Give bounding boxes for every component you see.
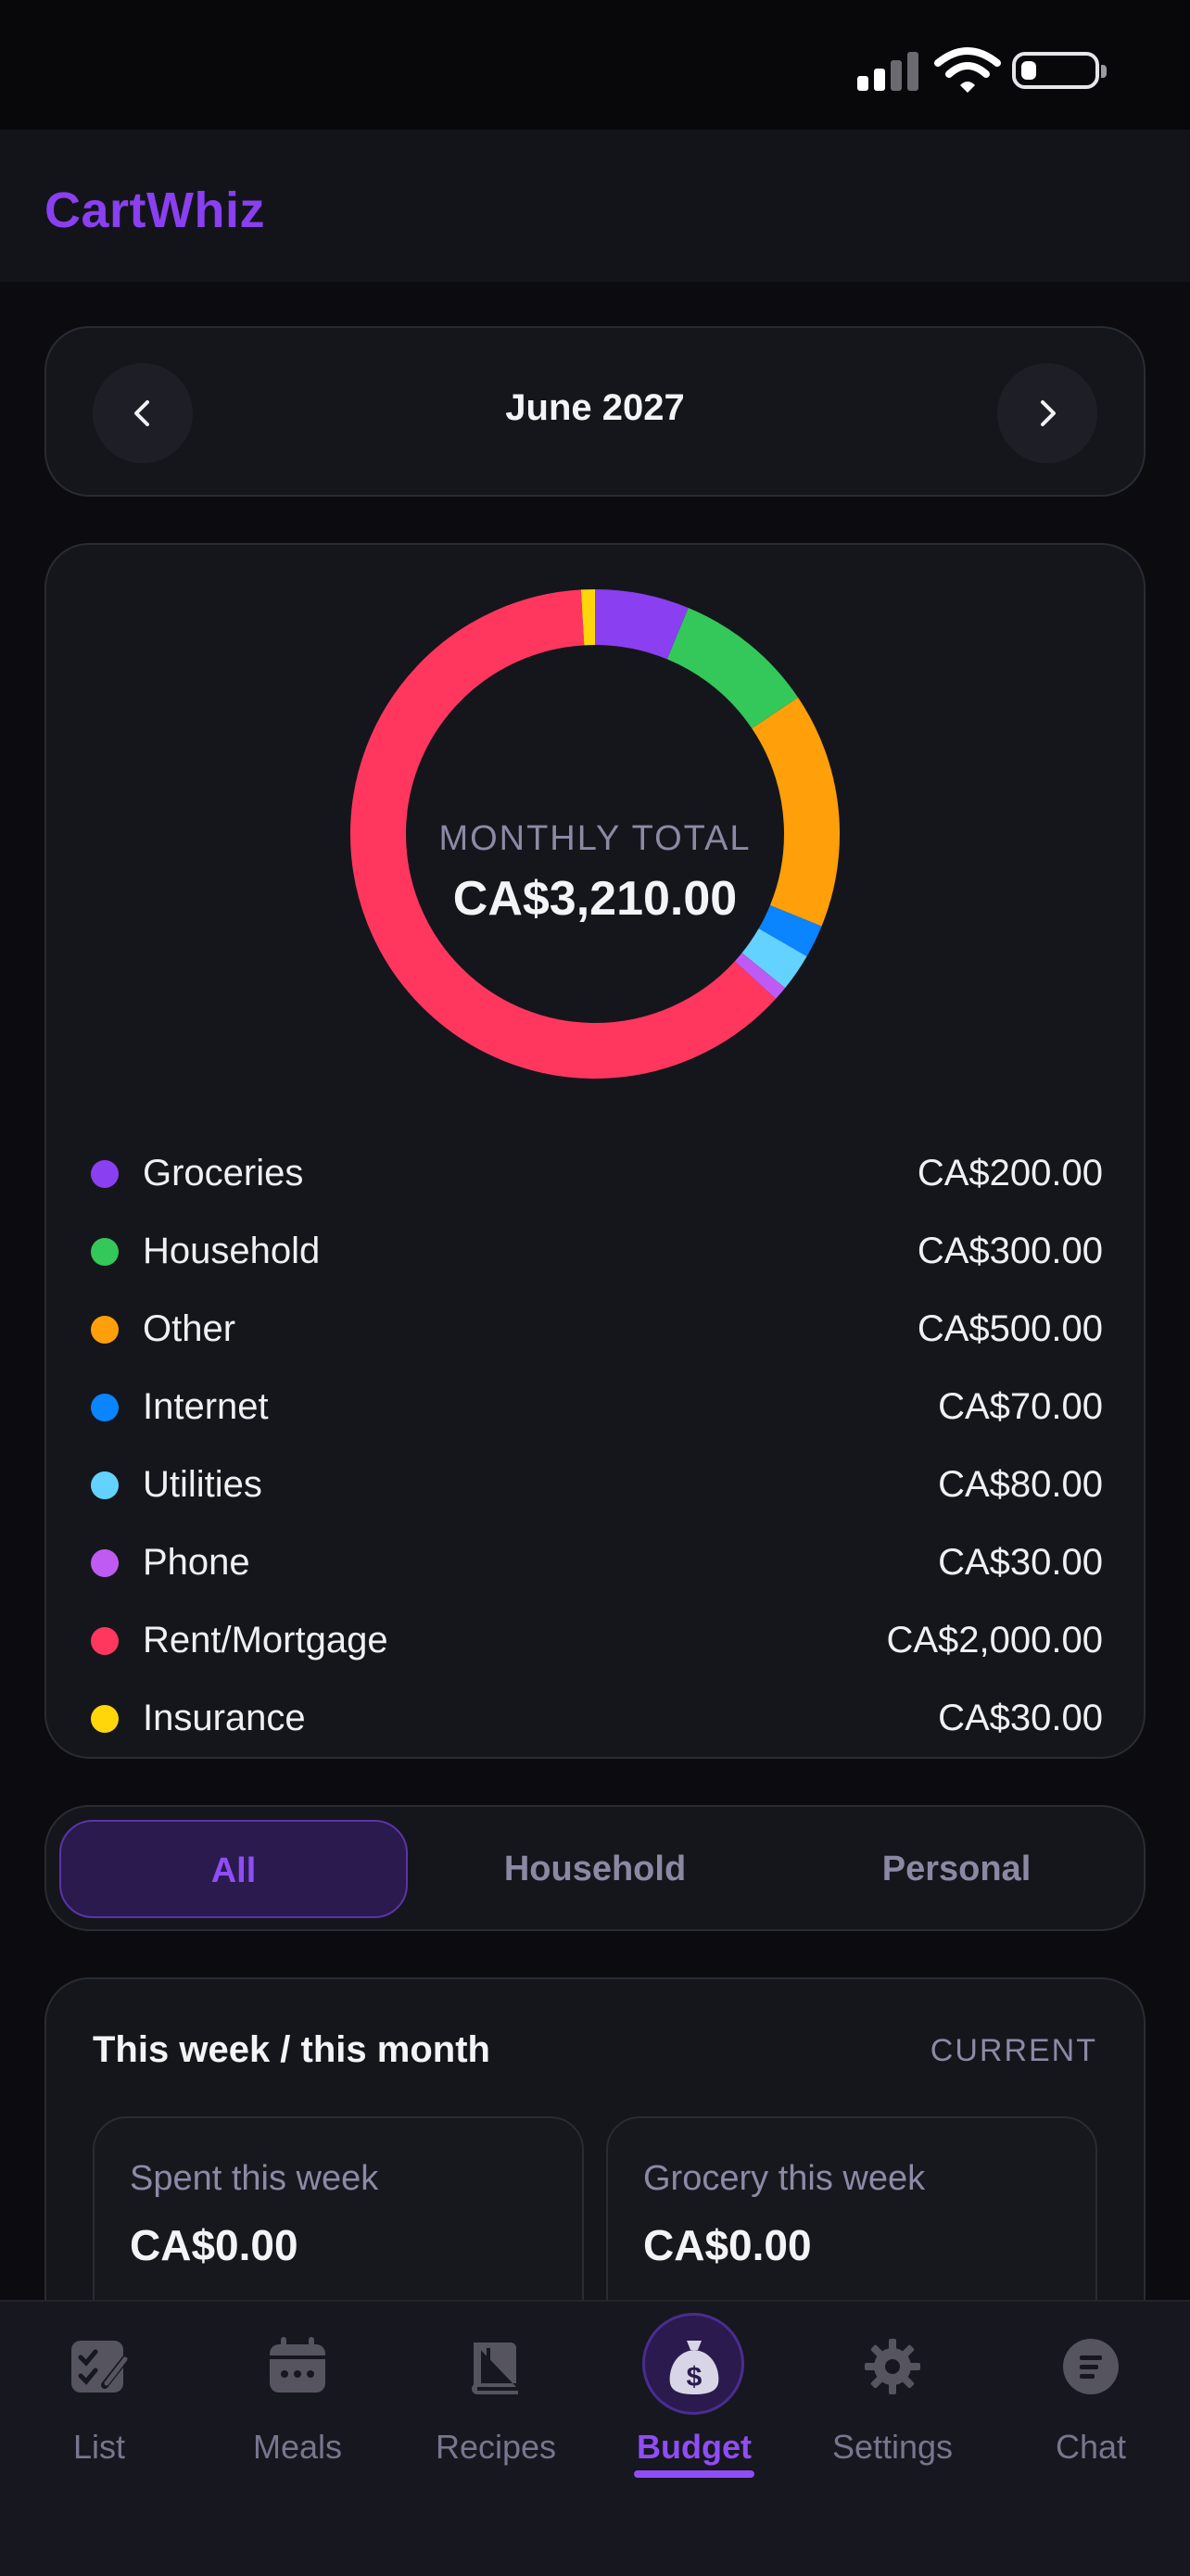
spent-this-week-value: CA$0.00 (130, 2221, 298, 2269)
month-selector: June 2027 (44, 326, 1146, 497)
legend-value: CA$200.00 (917, 1153, 1103, 1193)
legend-label: Utilities (143, 1464, 262, 1505)
legend-label: Rent/Mortgage (143, 1620, 388, 1661)
legend-value: CA$500.00 (917, 1308, 1103, 1349)
grocery-this-week-label: Grocery this week (643, 2159, 926, 2198)
legend-value: CA$2,000.00 (886, 1620, 1103, 1661)
status-bar (0, 0, 1190, 130)
legend-dot (91, 1705, 119, 1733)
week-summary-title: This week / this month (93, 2029, 490, 2070)
month-label: June 2027 (505, 387, 685, 428)
legend-label: Household (143, 1231, 321, 1271)
bottom-navigation: List Meals Recipes $ Budget Settings Cha… (0, 2300, 1190, 2576)
battery-icon (1012, 52, 1107, 89)
nav-chat[interactable]: Chat (992, 2335, 1190, 2502)
calendar-icon (270, 2337, 325, 2393)
legend-label: Insurance (143, 1698, 306, 1738)
tab-all[interactable]: All (59, 1820, 408, 1918)
legend-item-groceries: Groceries CA$200.00 (46, 1134, 1147, 1212)
nav-recipes[interactable]: Recipes (397, 2335, 595, 2502)
legend-dot (91, 1471, 119, 1499)
nav-label: Chat (1055, 2428, 1127, 2466)
legend-item-utilities: Utilities CA$80.00 (46, 1446, 1147, 1523)
legend-dot (91, 1549, 119, 1577)
wifi-icon (934, 47, 1001, 93)
gear-icon (865, 2339, 920, 2394)
donut-center-label: MONTHLY TOTAL (438, 819, 752, 858)
active-tab-underline (634, 2470, 754, 2478)
legend-dot (91, 1160, 119, 1188)
chat-icon (1063, 2339, 1119, 2394)
chevron-right-icon (1041, 400, 1056, 426)
nav-label: List (72, 2428, 126, 2466)
current-badge: CURRENT (930, 2033, 1097, 2068)
legend-dot (91, 1316, 119, 1344)
legend-item-household: Household CA$300.00 (46, 1212, 1147, 1290)
cellular-signal-icon (857, 52, 918, 91)
legend-dot (91, 1627, 119, 1655)
spent-this-week-label: Spent this week (130, 2159, 379, 2198)
legend-label: Groceries (143, 1153, 304, 1193)
nav-list[interactable]: List (0, 2335, 198, 2502)
app-header: CartWhiz (0, 130, 1190, 282)
money-bag-icon: $ (669, 2341, 719, 2394)
budget-breakdown-card: MONTHLY TOTAL CA$3,210.00 Groceries CA$2… (44, 543, 1146, 1759)
app-title: CartWhiz (44, 183, 265, 238)
legend-item-rent-mortgage: Rent/Mortgage CA$2,000.00 (46, 1601, 1147, 1679)
nav-label: Budget (637, 2428, 752, 2466)
next-month-button[interactable] (997, 363, 1097, 463)
svg-text:$: $ (687, 2362, 703, 2393)
legend-dot (91, 1394, 119, 1421)
legend-label: Other (143, 1308, 236, 1349)
legend-value: CA$30.00 (938, 1542, 1103, 1583)
nav-settings[interactable]: Settings (793, 2335, 992, 2502)
legend-value: CA$80.00 (938, 1464, 1103, 1505)
nav-label: Recipes (435, 2428, 557, 2466)
budget-filter-tabs: All Household Personal (44, 1805, 1146, 1931)
monthly-total-value: CA$3,210.00 (452, 872, 738, 926)
budget-donut-chart: MONTHLY TOTAL CA$3,210.00 (348, 587, 842, 1080)
legend-item-internet: Internet CA$70.00 (46, 1368, 1147, 1446)
legend-item-insurance: Insurance CA$30.00 (46, 1679, 1147, 1757)
legend-label: Phone (143, 1542, 250, 1583)
legend-value: CA$70.00 (938, 1386, 1103, 1427)
checklist-icon (71, 2341, 129, 2393)
legend-value: CA$30.00 (938, 1698, 1103, 1738)
legend-label: Internet (143, 1386, 269, 1427)
legend-dot (91, 1238, 119, 1266)
legend-item-other: Other CA$500.00 (46, 1290, 1147, 1368)
grocery-this-week-value: CA$0.00 (643, 2221, 812, 2269)
tab-personal[interactable]: Personal (782, 1820, 1131, 1918)
book-icon (472, 2342, 520, 2394)
nav-label: Meals (252, 2428, 343, 2466)
nav-label: Settings (831, 2428, 954, 2466)
nav-meals[interactable]: Meals (198, 2335, 397, 2502)
legend-value: CA$300.00 (917, 1231, 1103, 1271)
legend-item-phone: Phone CA$30.00 (46, 1523, 1147, 1601)
tab-household[interactable]: Household (421, 1820, 769, 1918)
